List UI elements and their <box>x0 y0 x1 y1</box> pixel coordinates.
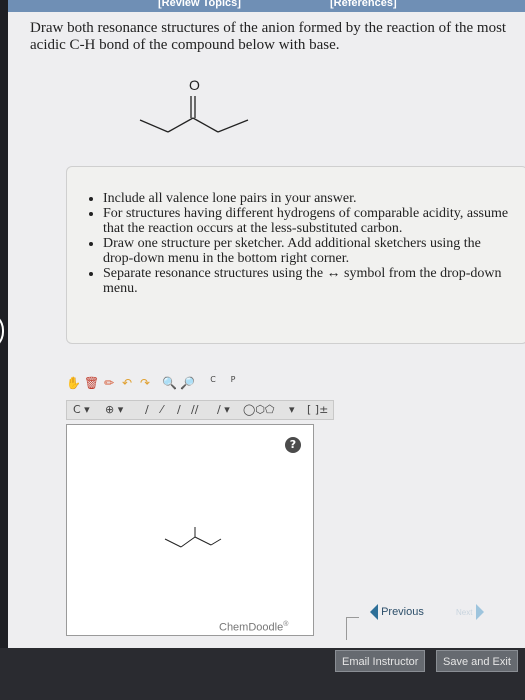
bond-right <box>192 117 219 133</box>
instruction-item: Include all valence lone pairs in your a… <box>103 191 511 206</box>
assignment-screen: [Review Topics] [References] Draw both r… <box>8 0 525 648</box>
next-arrow-icon <box>475 604 484 620</box>
undo-icon[interactable]: ↶ <box>120 376 134 390</box>
instruction-item: Separate resonance structures using the … <box>103 266 511 296</box>
trash-icon[interactable]: 🗑 <box>84 376 99 390</box>
charge-label: ⊕ <box>105 403 115 416</box>
save-and-exit-button[interactable]: Save and Exit <box>436 650 518 672</box>
sketcher-canvas[interactable]: ? ChemDoodle® <box>66 424 314 636</box>
sketcher-frame-corner <box>346 617 359 640</box>
instruction-item: For structures having different hydrogen… <box>103 206 511 236</box>
chemdoodle-brand: ChemDoodle® <box>219 621 288 634</box>
bracket-tool[interactable]: [ ]± <box>307 403 328 417</box>
help-icon[interactable]: ? <box>285 437 301 453</box>
oxygen-atom-label: O <box>189 78 200 93</box>
sketch-bond <box>180 536 196 548</box>
references-link[interactable]: [References] <box>330 0 397 9</box>
email-instructor-button[interactable]: Email Instructor <box>335 650 426 672</box>
question-text: Draw both resonance structures of the an… <box>30 20 507 53</box>
dash-bond-tool[interactable]: ∕ <box>177 403 181 417</box>
sketcher-top-toolbar: ✋ 🗑 ✏ ↶ ↷ 🔍 🔎 C P <box>66 376 266 392</box>
previous-arrow-icon <box>370 604 378 620</box>
review-topics-link[interactable]: [Review Topics] <box>158 0 241 9</box>
sketch-bond <box>194 536 212 546</box>
copy-icon-label: C <box>210 375 216 384</box>
redo-icon[interactable]: ↷ <box>138 376 152 390</box>
side-tab-handle[interactable] <box>0 312 4 350</box>
bond-far-right <box>217 119 249 133</box>
hand-icon[interactable]: ✋ <box>66 376 81 390</box>
atom-label: C <box>73 403 81 416</box>
zoom-in-icon[interactable]: 🔍 <box>162 376 177 390</box>
ring-dropdown[interactable]: ▾ <box>289 403 295 417</box>
sketch-bond <box>164 538 182 548</box>
charge-selector[interactable]: ⊕ ▾ <box>105 403 123 417</box>
bond-left <box>167 117 194 133</box>
bond-dropdown[interactable]: ∕ ▾ <box>217 403 230 417</box>
compound-structure: O <box>139 78 249 133</box>
top-bar: [Review Topics] [References] <box>8 0 525 12</box>
zoom-out-icon[interactable]: 🔎 <box>180 376 195 390</box>
next-label: Next <box>456 607 473 617</box>
bracket-label: [ ]± <box>307 403 329 416</box>
single-bond-tool[interactable]: ∕ <box>145 403 149 417</box>
ring-tools[interactable]: ◯⬡⬠ <box>243 403 274 417</box>
brand-name: ChemDoodle <box>219 621 284 634</box>
paste-icon[interactable]: P <box>226 376 240 390</box>
brand-mark: ® <box>283 621 289 628</box>
sketcher-bond-toolbar: C ▾ ⊕ ▾ ∕ ⁄ ∕ ∕∕ ∕ ▾ ◯⬡⬠ ▾ [ ]± <box>66 400 334 420</box>
previous-label: Previous <box>381 605 424 618</box>
sketch-bond <box>210 538 222 546</box>
sketch-structure <box>164 527 222 548</box>
double-bond-tool[interactable]: ∕∕ <box>191 403 198 417</box>
eraser-icon[interactable]: ✏ <box>102 376 116 390</box>
bond-far-left <box>139 119 169 133</box>
previous-button[interactable]: Previous <box>370 604 424 620</box>
atom-selector[interactable]: C ▾ <box>73 403 90 417</box>
paste-icon-label: P <box>230 375 236 384</box>
instructions-box: Include all valence lone pairs in your a… <box>66 166 525 344</box>
instruction-item: Draw one structure per sketcher. Add add… <box>103 236 511 266</box>
copy-icon[interactable]: C <box>206 376 220 390</box>
wedge-bond-tool[interactable]: ⁄ <box>161 403 163 417</box>
instructions-list: Include all valence lone pairs in your a… <box>89 191 511 296</box>
next-button[interactable]: Next <box>456 604 484 620</box>
